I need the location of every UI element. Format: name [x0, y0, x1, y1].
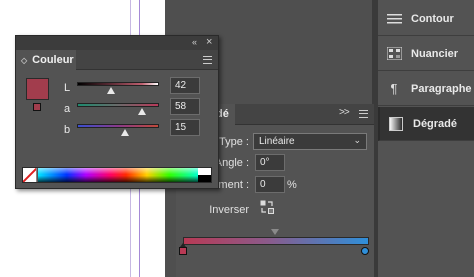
panel-menu-icon[interactable]: [359, 110, 368, 118]
dock-item-nuancier[interactable]: Nuancier: [378, 37, 474, 71]
a-slider-thumb[interactable]: [137, 108, 146, 115]
chevron-down-icon: ⌄: [353, 135, 361, 145]
angle-field[interactable]: 0°: [255, 154, 285, 171]
white-swatch[interactable]: [198, 168, 211, 175]
a-value-field[interactable]: 58: [170, 98, 200, 115]
collapse-double-chevron-icon[interactable]: «: [192, 37, 197, 47]
gradient-square-icon: [388, 116, 404, 131]
a-slider-track[interactable]: [77, 103, 159, 107]
reverse-label: Inverser: [209, 204, 249, 216]
color-panel: « × ◇ Couleur L 42 a 58 b 15: [15, 35, 219, 189]
l-slider-track[interactable]: [77, 82, 159, 86]
gradient-ramp[interactable]: [183, 237, 369, 245]
color-panel-title: Couleur: [32, 54, 74, 66]
panel-menu-icon[interactable]: [203, 56, 212, 64]
color-panel-header: ◇ Couleur: [16, 50, 218, 70]
dock-item-label: Contour: [411, 12, 454, 25]
none-color-icon[interactable]: [23, 168, 37, 182]
channel-label-b: b: [64, 124, 71, 136]
panel-collapse-arrows-icon[interactable]: >>: [339, 107, 350, 118]
dock-item-contour[interactable]: Contour: [378, 2, 474, 36]
pilcrow-icon: ¶: [390, 81, 398, 96]
location-field[interactable]: 0: [255, 176, 285, 193]
spectrum-gradient[interactable]: [38, 168, 198, 182]
gradient-type-value: Linéaire: [259, 136, 295, 147]
panel-dock: Contour Nuancier ¶ Paragraphe Dégradé: [378, 0, 474, 277]
gradient-type-select[interactable]: Linéaire ⌄: [253, 133, 367, 150]
fill-color-swatch[interactable]: [26, 78, 49, 100]
panel-options-toggle-icon[interactable]: ◇: [21, 56, 27, 65]
b-slider-track[interactable]: [77, 124, 159, 128]
gradient-stop-end[interactable]: [361, 247, 369, 255]
b-slider-thumb[interactable]: [120, 129, 129, 136]
location-unit: %: [287, 179, 297, 191]
channel-label-l: L: [64, 82, 71, 94]
b-value-field[interactable]: 15: [170, 119, 200, 136]
stroke-lines-icon: [386, 12, 402, 26]
color-panel-titlebar[interactable]: « ×: [16, 36, 218, 50]
dock-item-label: Dégradé: [413, 117, 458, 130]
dock-item-degrade[interactable]: Dégradé: [378, 107, 474, 141]
color-spectrum-ramp[interactable]: [22, 167, 212, 183]
channel-label-a: a: [64, 103, 71, 115]
type-label: Type :: [219, 136, 249, 148]
dock-item-label: Paragraphe: [411, 82, 472, 95]
black-swatch[interactable]: [198, 175, 211, 182]
gradient-midpoint-marker[interactable]: [271, 229, 279, 235]
dock-item-label: Nuancier: [411, 47, 459, 60]
gradient-stop-start[interactable]: [179, 243, 187, 255]
l-value-field[interactable]: 42: [170, 77, 200, 94]
swatches-grid-icon: [386, 47, 402, 61]
reverse-gradient-icon[interactable]: [260, 200, 274, 214]
color-panel-tab[interactable]: ◇ Couleur: [16, 50, 76, 70]
l-slider-thumb[interactable]: [107, 87, 116, 94]
dock-item-paragraphe[interactable]: ¶ Paragraphe: [378, 72, 474, 106]
stroke-color-swatch[interactable]: [33, 103, 41, 111]
close-icon[interactable]: ×: [206, 36, 212, 48]
